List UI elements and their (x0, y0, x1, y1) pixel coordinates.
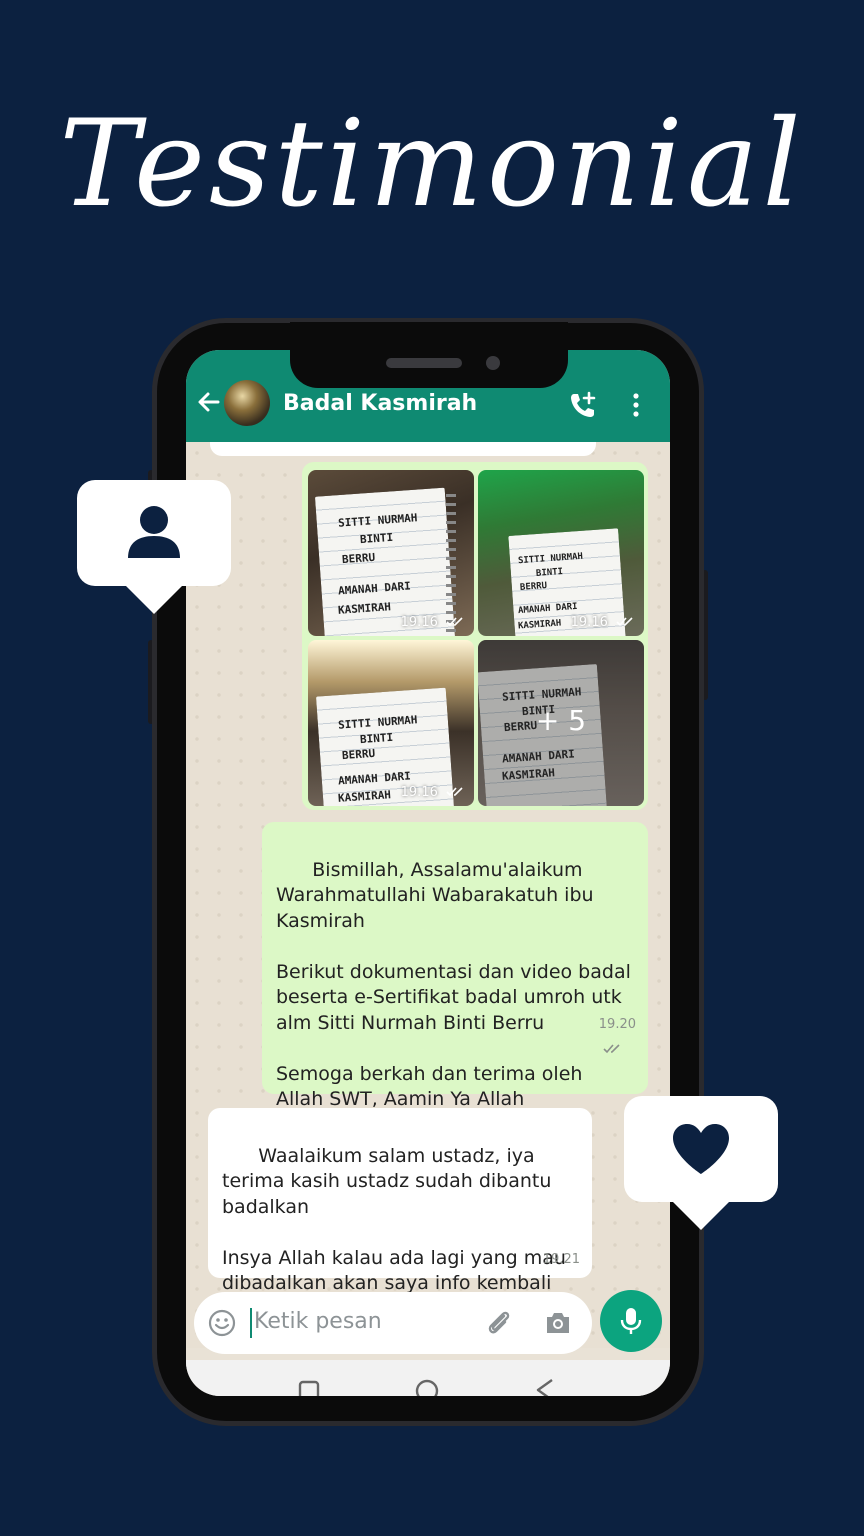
more-photos-count: + 5 (535, 704, 587, 737)
text-cursor (250, 1308, 252, 1338)
home-icon[interactable] (414, 1378, 440, 1396)
avatar[interactable] (224, 380, 270, 426)
camera-icon[interactable] (544, 1310, 572, 1336)
previous-message-bubble (210, 442, 596, 456)
message-time: 19.16 (571, 615, 636, 630)
emoji-icon[interactable] (208, 1309, 236, 1337)
double-check-icon (446, 787, 463, 797)
photo-thumbnail-more[interactable]: SITTI NURMAH BINTI BERRU AMANAH DARI KAS… (478, 640, 644, 806)
phone-notch (290, 322, 568, 388)
recent-apps-icon[interactable] (298, 1380, 320, 1396)
message-time: 19.20 (566, 986, 636, 1088)
phone-screen: Badal Kasmirah SITTI NURMAH BINTI BERRU … (186, 350, 670, 1396)
outgoing-message[interactable]: Bismillah, Assalamu'alaikum Warahmatulla… (262, 822, 648, 1110)
message-input-bar: Ketik pesan (194, 1292, 592, 1354)
note-line: BINTI (535, 567, 564, 579)
front-camera (486, 356, 500, 370)
android-navigation-bar (186, 1360, 670, 1396)
double-check-icon (616, 617, 633, 627)
note-line: BINTI (359, 730, 394, 747)
photo-thumbnail[interactable]: SITTI NURMAH BINTI BERRU AMANAH DARI KAS… (478, 470, 644, 636)
note-line: BERRU (341, 746, 376, 763)
double-check-icon (446, 617, 463, 627)
note-line: BERRU (519, 581, 548, 593)
message-time: 19.16 (401, 785, 466, 800)
photo-thumbnail[interactable]: SITTI NURMAH BINTI BERRU AMANAH DARI KAS… (308, 470, 474, 636)
note-line: BERRU (341, 550, 376, 567)
message-input[interactable]: Ketik pesan (254, 1309, 382, 1334)
contact-name[interactable]: Badal Kasmirah (283, 391, 477, 416)
mic-icon (620, 1308, 642, 1334)
message-time: 19.16 (401, 615, 466, 630)
more-vertical-icon[interactable] (632, 392, 640, 418)
back-nav-icon[interactable] (534, 1378, 556, 1396)
message-time: 19.21 (542, 1251, 580, 1267)
heart-icon (673, 1124, 729, 1174)
media-album-bubble: SITTI NURMAH BINTI BERRU AMANAH DARI KAS… (302, 462, 648, 810)
photo-thumbnail[interactable]: SITTI NURMAH BINTI BERRU AMANAH DARI KAS… (308, 640, 474, 806)
notebook-photo (314, 487, 456, 636)
note-line: BINTI (359, 530, 394, 547)
double-check-icon (603, 1044, 620, 1054)
heart-card (624, 1096, 778, 1230)
mic-button[interactable] (600, 1290, 662, 1352)
chat-area: SITTI NURMAH BINTI BERRU AMANAH DARI KAS… (186, 442, 670, 1348)
page-title: Testimonial (59, 95, 805, 234)
add-call-icon[interactable] (568, 390, 598, 420)
arrow-left-icon[interactable] (196, 388, 222, 416)
speaker-grille (386, 358, 462, 368)
user-icon (128, 506, 180, 558)
user-card (77, 480, 231, 614)
incoming-message[interactable]: Waalaikum salam ustadz, iya terima kasih… (208, 1108, 592, 1320)
paperclip-icon[interactable] (484, 1308, 514, 1338)
